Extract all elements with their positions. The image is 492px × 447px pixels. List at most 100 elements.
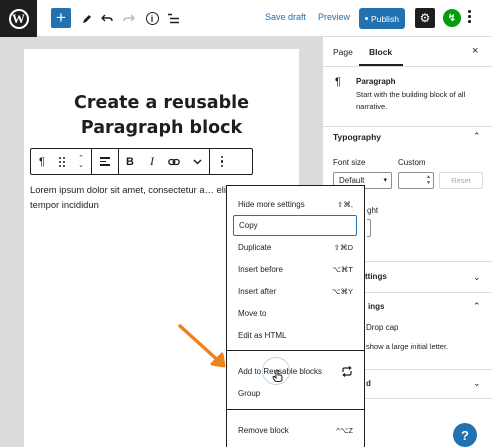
block-name: Paragraph (356, 77, 396, 86)
bold-button[interactable]: B (119, 156, 141, 168)
chevron-up-icon: ⌃ (473, 301, 481, 311)
wordpress-logo-icon: W (8, 8, 29, 29)
menu-item-group[interactable]: Group (227, 383, 364, 403)
menu-item-shortcut: ⌥⌘Y (331, 286, 353, 296)
jetpack-bolt-icon: ↯ (447, 12, 457, 24)
menu-item-insert-after[interactable]: Insert after ⌥⌘Y (227, 281, 364, 301)
publish-dot-icon (365, 17, 369, 20)
color-panel-toggle[interactable]: ttings (365, 272, 387, 281)
reset-button[interactable]: Reset (439, 172, 483, 189)
font-size-value: Default (339, 176, 365, 185)
reusable-block-icon (342, 365, 352, 377)
jetpack-button[interactable]: ↯ (443, 9, 461, 27)
close-sidebar-button[interactable]: × (472, 45, 478, 57)
more-rich-text-button[interactable] (185, 158, 209, 165)
more-vertical-icon (220, 155, 224, 168)
chevron-up-down-icon: ⌃ ⌄ (78, 154, 84, 169)
menu-item-label: Edit as HTML (238, 330, 287, 340)
menu-item-label: Group (238, 388, 261, 398)
block-description: Start with the building block of all nar… (356, 90, 466, 111)
link-icon (168, 158, 180, 165)
italic-button[interactable]: I (141, 154, 163, 169)
block-options-button[interactable] (210, 155, 234, 168)
help-icon: ? (461, 427, 469, 443)
menu-item-label: Copy (239, 221, 258, 230)
menu-item-move-to[interactable]: Move to (227, 303, 364, 323)
align-button[interactable] (92, 157, 118, 166)
menu-item-label: Insert before (238, 264, 283, 274)
menu-item-hide-more-settings[interactable]: Hide more settings ⇧⌘, (227, 194, 364, 214)
active-tab-indicator (359, 64, 403, 66)
list-view-button[interactable] (163, 8, 183, 29)
spinner-arrows-icon: ▲ ▼ (426, 174, 431, 186)
paragraph-transform-button[interactable]: ¶ (31, 156, 53, 168)
redo-button[interactable] (119, 8, 139, 29)
menu-item-label: Duplicate (238, 242, 272, 252)
undo-icon (101, 14, 113, 21)
menu-divider (227, 409, 364, 410)
custom-size-label: Custom (398, 158, 426, 167)
menu-item-add-to-reusable-blocks[interactable]: Add to Reusable blocks (227, 361, 364, 381)
publish-label: Publish (371, 13, 399, 24)
settings-button[interactable]: ⚙ (415, 8, 435, 28)
drag-handle[interactable] (53, 156, 71, 167)
block-card: ¶ Paragraph Start with the building bloc… (323, 67, 492, 127)
menu-item-copy[interactable]: Copy (233, 215, 357, 236)
save-draft-button[interactable]: Save draft (265, 12, 306, 22)
chevron-up-icon: ⌃ (473, 131, 481, 141)
block-toolbar-group (92, 149, 119, 174)
edit-tools-button[interactable] (77, 8, 97, 29)
chevron-down-icon (192, 158, 202, 165)
post-title[interactable]: Create a reusable Paragraph block (24, 91, 299, 141)
preview-button[interactable]: Preview (318, 12, 350, 22)
wordpress-logo-button[interactable]: W (0, 0, 37, 37)
menu-item-label: Remove block (238, 425, 289, 435)
menu-item-shortcut: ⇧⌘, (337, 199, 353, 209)
menu-item-edit-as-html[interactable]: Edit as HTML (227, 325, 364, 345)
menu-item-label: Insert after (238, 286, 277, 296)
sidebar-tabs: Page Block × (323, 37, 492, 67)
publish-button[interactable]: Publish (359, 8, 405, 29)
menu-item-insert-before[interactable]: Insert before ⌥⌘T (227, 259, 364, 279)
drop-cap-toggle-label[interactable]: Drop cap (366, 323, 398, 332)
drop-cap-help: show a large initial letter. (366, 342, 449, 351)
tab-page[interactable]: Page (333, 47, 353, 57)
details-button[interactable]: i (142, 8, 162, 29)
menu-item-shortcut: ⌥⌘T (332, 264, 353, 274)
link-button[interactable] (163, 158, 185, 166)
block-toolbar-group: ¶ ⌃ ⌄ (31, 149, 92, 174)
paragraph-icon: ¶ (335, 76, 341, 88)
block-options-menu: Hide more settings ⇧⌘, Copy Duplicate ⇧⌘… (226, 185, 365, 447)
menu-item-shortcut: ⇧⌘D (333, 242, 353, 252)
top-toolbar: W + i Save draft Preview Publish ⚙ ↯ (0, 0, 492, 37)
font-size-label: Font size (333, 158, 366, 167)
line-height-input[interactable] (367, 219, 371, 237)
menu-item-label: Move to (238, 308, 267, 318)
typography-panel-toggle[interactable]: Typography (323, 132, 492, 142)
menu-item-duplicate[interactable]: Duplicate ⇧⌘D (227, 237, 364, 257)
align-left-icon (100, 157, 110, 166)
advanced-panel-toggle[interactable]: d (366, 379, 371, 388)
more-dot-icon (468, 15, 471, 18)
menu-item-shortcut: ^⌥Z (336, 425, 353, 435)
options-menu-button[interactable] (468, 10, 471, 23)
tab-block[interactable]: Block (369, 47, 392, 57)
help-button[interactable]: ? (453, 423, 477, 447)
move-block-buttons[interactable]: ⌃ ⌄ (71, 155, 91, 169)
hand-pointer-icon (272, 369, 283, 382)
text-settings-panel-toggle[interactable]: ings (368, 302, 384, 311)
list-view-icon (167, 13, 179, 24)
more-dot-icon (468, 20, 471, 23)
custom-size-input[interactable]: ▲ ▼ (398, 172, 434, 189)
add-block-button[interactable]: + (51, 8, 71, 28)
menu-item-remove-block[interactable]: Remove block ^⌥Z (227, 420, 364, 440)
block-toolbar-group: B I (119, 149, 210, 174)
menu-item-label: Hide more settings (238, 199, 305, 209)
info-icon: i (145, 12, 159, 25)
orange-arrow-annotation (178, 324, 226, 368)
chevron-down-icon: ⌄ (473, 378, 481, 388)
close-icon: × (472, 45, 479, 57)
pencil-icon (83, 14, 91, 23)
line-height-label: ght (367, 206, 379, 215)
undo-button[interactable] (97, 8, 117, 29)
